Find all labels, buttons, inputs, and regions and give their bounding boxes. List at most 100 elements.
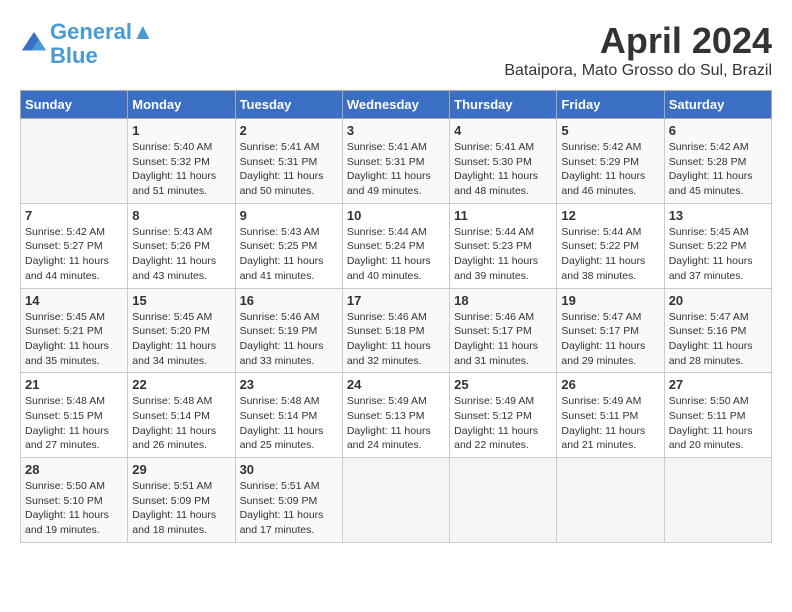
title-block: April 2024 Bataipora, Mato Grosso do Sul…: [504, 20, 772, 80]
weekday-header-saturday: Saturday: [664, 91, 771, 119]
calendar-week-2: 7 Sunrise: 5:42 AMSunset: 5:27 PMDaylight…: [21, 203, 772, 288]
calendar-cell: 10 Sunrise: 5:44 AMSunset: 5:24 PMDayligh…: [342, 203, 449, 288]
calendar-cell: 20 Sunrise: 5:47 AMSunset: 5:16 PMDayligh…: [664, 288, 771, 373]
day-number: 30: [240, 462, 338, 477]
logo: General▲ Blue: [20, 20, 154, 68]
day-info: Sunrise: 5:46 AMSunset: 5:17 PMDaylight:…: [454, 310, 552, 369]
day-info: Sunrise: 5:41 AMSunset: 5:31 PMDaylight:…: [240, 140, 338, 199]
day-info: Sunrise: 5:44 AMSunset: 5:23 PMDaylight:…: [454, 225, 552, 284]
calendar-cell: 7 Sunrise: 5:42 AMSunset: 5:27 PMDaylight…: [21, 203, 128, 288]
day-info: Sunrise: 5:45 AMSunset: 5:22 PMDaylight:…: [669, 225, 767, 284]
day-number: 5: [561, 123, 659, 138]
day-number: 23: [240, 377, 338, 392]
calendar-cell: 18 Sunrise: 5:46 AMSunset: 5:17 PMDayligh…: [450, 288, 557, 373]
calendar-cell: 1Sunrise: 5:40 AMSunset: 5:32 PMDaylight…: [128, 119, 235, 204]
day-info: Sunrise: 5:44 AMSunset: 5:22 PMDaylight:…: [561, 225, 659, 284]
logo-line2: Blue: [50, 43, 98, 68]
calendar-cell: 4Sunrise: 5:41 AMSunset: 5:30 PMDaylight…: [450, 119, 557, 204]
day-number: 13: [669, 208, 767, 223]
calendar-cell: 8 Sunrise: 5:43 AMSunset: 5:26 PMDaylight…: [128, 203, 235, 288]
day-info: Sunrise: 5:48 AMSunset: 5:14 PMDaylight:…: [240, 394, 338, 453]
day-number: 8: [132, 208, 230, 223]
calendar-cell: 11Sunrise: 5:44 AMSunset: 5:23 PMDayligh…: [450, 203, 557, 288]
day-info: Sunrise: 5:50 AMSunset: 5:10 PMDaylight:…: [25, 479, 123, 538]
day-info: Sunrise: 5:42 AMSunset: 5:29 PMDaylight:…: [561, 140, 659, 199]
calendar-cell: [664, 458, 771, 543]
day-info: Sunrise: 5:42 AMSunset: 5:28 PMDaylight:…: [669, 140, 767, 199]
calendar-cell: 9 Sunrise: 5:43 AMSunset: 5:25 PMDaylight…: [235, 203, 342, 288]
day-info: Sunrise: 5:43 AMSunset: 5:26 PMDaylight:…: [132, 225, 230, 284]
calendar-cell: 13 Sunrise: 5:45 AMSunset: 5:22 PMDayligh…: [664, 203, 771, 288]
calendar-cell: 2 Sunrise: 5:41 AMSunset: 5:31 PMDaylight…: [235, 119, 342, 204]
calendar-cell: [557, 458, 664, 543]
calendar-cell: 21 Sunrise: 5:48 AMSunset: 5:15 PMDayligh…: [21, 373, 128, 458]
calendar-cell: 28 Sunrise: 5:50 AMSunset: 5:10 PMDayligh…: [21, 458, 128, 543]
day-number: 21: [25, 377, 123, 392]
calendar-cell: 27 Sunrise: 5:50 AMSunset: 5:11 PMDayligh…: [664, 373, 771, 458]
calendar-body: 1Sunrise: 5:40 AMSunset: 5:32 PMDaylight…: [21, 119, 772, 543]
calendar-cell: 17Sunrise: 5:46 AMSunset: 5:18 PMDayligh…: [342, 288, 449, 373]
calendar-header: SundayMondayTuesdayWednesdayThursdayFrid…: [21, 91, 772, 119]
day-number: 14: [25, 293, 123, 308]
logo-icon: [20, 30, 48, 58]
day-info: Sunrise: 5:49 AMSunset: 5:12 PMDaylight:…: [454, 394, 552, 453]
day-info: Sunrise: 5:44 AMSunset: 5:24 PMDaylight:…: [347, 225, 445, 284]
day-info: Sunrise: 5:41 AMSunset: 5:31 PMDaylight:…: [347, 140, 445, 199]
calendar-cell: 15Sunrise: 5:45 AMSunset: 5:20 PMDayligh…: [128, 288, 235, 373]
calendar-week-1: 1Sunrise: 5:40 AMSunset: 5:32 PMDaylight…: [21, 119, 772, 204]
weekday-header-sunday: Sunday: [21, 91, 128, 119]
weekday-header-friday: Friday: [557, 91, 664, 119]
day-info: Sunrise: 5:49 AMSunset: 5:11 PMDaylight:…: [561, 394, 659, 453]
calendar-cell: 30 Sunrise: 5:51 AMSunset: 5:09 PMDayligh…: [235, 458, 342, 543]
calendar-cell: [450, 458, 557, 543]
day-number: 28: [25, 462, 123, 477]
day-info: Sunrise: 5:42 AMSunset: 5:27 PMDaylight:…: [25, 225, 123, 284]
day-info: Sunrise: 5:48 AMSunset: 5:15 PMDaylight:…: [25, 394, 123, 453]
day-info: Sunrise: 5:43 AMSunset: 5:25 PMDaylight:…: [240, 225, 338, 284]
day-number: 17: [347, 293, 445, 308]
logo-text: General▲ Blue: [50, 20, 154, 68]
day-number: 25: [454, 377, 552, 392]
day-number: 10: [347, 208, 445, 223]
day-info: Sunrise: 5:49 AMSunset: 5:13 PMDaylight:…: [347, 394, 445, 453]
day-number: 26: [561, 377, 659, 392]
day-info: Sunrise: 5:40 AMSunset: 5:32 PMDaylight:…: [132, 140, 230, 199]
calendar-cell: 12Sunrise: 5:44 AMSunset: 5:22 PMDayligh…: [557, 203, 664, 288]
calendar-cell: 6Sunrise: 5:42 AMSunset: 5:28 PMDaylight…: [664, 119, 771, 204]
calendar-cell: 23 Sunrise: 5:48 AMSunset: 5:14 PMDayligh…: [235, 373, 342, 458]
day-info: Sunrise: 5:46 AMSunset: 5:19 PMDaylight:…: [240, 310, 338, 369]
calendar-cell: 25 Sunrise: 5:49 AMSunset: 5:12 PMDayligh…: [450, 373, 557, 458]
calendar-week-4: 21 Sunrise: 5:48 AMSunset: 5:15 PMDayligh…: [21, 373, 772, 458]
day-info: Sunrise: 5:51 AMSunset: 5:09 PMDaylight:…: [132, 479, 230, 538]
weekday-header-tuesday: Tuesday: [235, 91, 342, 119]
calendar-table: SundayMondayTuesdayWednesdayThursdayFrid…: [20, 90, 772, 543]
day-number: 27: [669, 377, 767, 392]
page-header: General▲ Blue April 2024 Bataipora, Mato…: [20, 20, 772, 80]
calendar-cell: [342, 458, 449, 543]
day-number: 16: [240, 293, 338, 308]
day-info: Sunrise: 5:51 AMSunset: 5:09 PMDaylight:…: [240, 479, 338, 538]
calendar-title: April 2024: [504, 20, 772, 62]
weekday-header-thursday: Thursday: [450, 91, 557, 119]
day-number: 20: [669, 293, 767, 308]
calendar-cell: 3Sunrise: 5:41 AMSunset: 5:31 PMDaylight…: [342, 119, 449, 204]
weekday-header-row: SundayMondayTuesdayWednesdayThursdayFrid…: [21, 91, 772, 119]
calendar-cell: 16 Sunrise: 5:46 AMSunset: 5:19 PMDayligh…: [235, 288, 342, 373]
day-number: 29: [132, 462, 230, 477]
day-number: 19: [561, 293, 659, 308]
day-number: 22: [132, 377, 230, 392]
day-number: 9: [240, 208, 338, 223]
day-number: 24: [347, 377, 445, 392]
day-info: Sunrise: 5:41 AMSunset: 5:30 PMDaylight:…: [454, 140, 552, 199]
calendar-cell: 29 Sunrise: 5:51 AMSunset: 5:09 PMDayligh…: [128, 458, 235, 543]
calendar-cell: [21, 119, 128, 204]
day-number: 18: [454, 293, 552, 308]
day-number: 7: [25, 208, 123, 223]
calendar-cell: 22Sunrise: 5:48 AMSunset: 5:14 PMDayligh…: [128, 373, 235, 458]
calendar-cell: 19Sunrise: 5:47 AMSunset: 5:17 PMDayligh…: [557, 288, 664, 373]
day-info: Sunrise: 5:47 AMSunset: 5:16 PMDaylight:…: [669, 310, 767, 369]
day-number: 2: [240, 123, 338, 138]
day-info: Sunrise: 5:45 AMSunset: 5:20 PMDaylight:…: [132, 310, 230, 369]
calendar-cell: 14Sunrise: 5:45 AMSunset: 5:21 PMDayligh…: [21, 288, 128, 373]
day-info: Sunrise: 5:50 AMSunset: 5:11 PMDaylight:…: [669, 394, 767, 453]
